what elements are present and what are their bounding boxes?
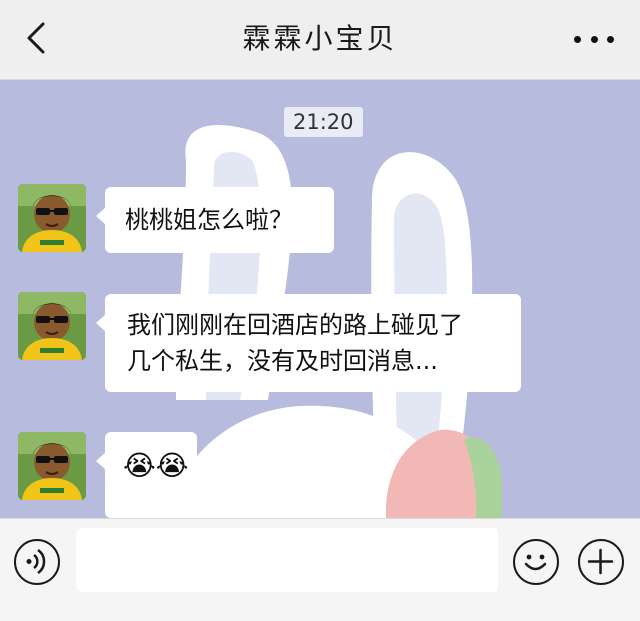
crying-emoji-message: 😭😭 xyxy=(123,449,189,482)
plus-button[interactable] xyxy=(578,539,624,585)
message-bubble[interactable]: 😭😭 xyxy=(96,432,197,518)
timestamp: 21:20 xyxy=(284,107,363,137)
message-line: 桃桃姐怎么啦？ xyxy=(125,206,293,234)
avatar[interactable] xyxy=(18,184,86,252)
plus-icon xyxy=(587,548,614,575)
chat-title: 霖霖小宝贝 xyxy=(242,22,398,55)
voice-button[interactable] xyxy=(14,539,60,585)
message-bubble[interactable]: 我们刚刚在回酒店的路上碰见了 几个私生，没有及时回消息... xyxy=(96,294,521,392)
more-dots-icon xyxy=(574,35,581,43)
message-bubble[interactable]: 桃桃姐怎么啦？ xyxy=(96,187,334,253)
input-bar xyxy=(0,518,640,621)
chat-area[interactable]: 21:20 桃桃姐怎么啦？ 我们刚刚在回酒店的路上碰见了 几个私生，没有及时回消… xyxy=(0,80,640,518)
message-input[interactable] xyxy=(76,528,498,592)
voice-icon xyxy=(26,548,46,575)
more-button[interactable] xyxy=(574,28,614,50)
chat-header: 霖霖小宝贝 xyxy=(0,0,640,80)
emoji-icon xyxy=(524,554,547,571)
message-line: 我们刚刚在回酒店的路上碰见了 xyxy=(127,311,463,339)
emoji-button[interactable] xyxy=(513,539,559,585)
avatar[interactable] xyxy=(18,432,86,500)
message-line: 几个私生，没有及时回消息... xyxy=(127,347,438,375)
avatar[interactable] xyxy=(18,292,86,360)
